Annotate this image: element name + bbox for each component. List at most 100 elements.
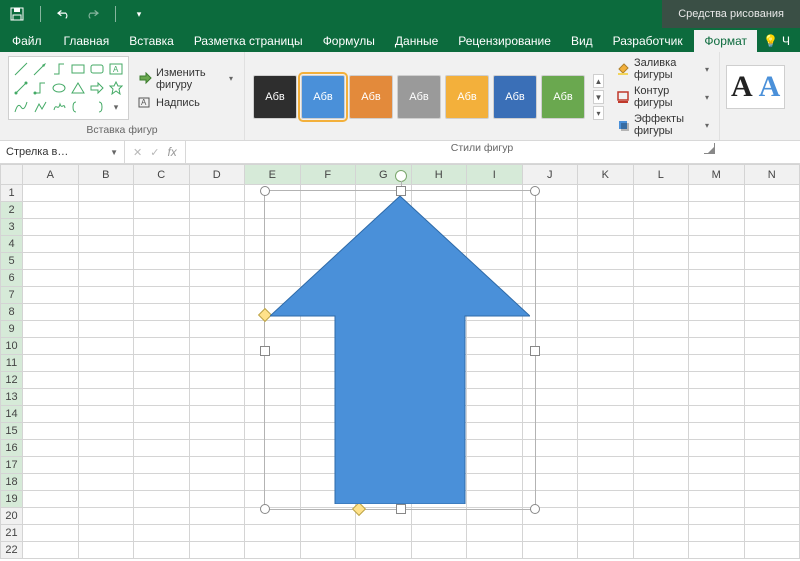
tab-view[interactable]: Вид: [561, 30, 603, 52]
dialog-launcher-icon[interactable]: [704, 143, 715, 154]
cell-B20[interactable]: [78, 508, 134, 525]
cell-M4[interactable]: [689, 236, 745, 253]
chevron-down-icon[interactable]: ▼: [110, 148, 118, 157]
cell-C20[interactable]: [134, 508, 190, 525]
cell-C4[interactable]: [134, 236, 190, 253]
cell-D16[interactable]: [189, 440, 245, 457]
cell-K20[interactable]: [578, 508, 634, 525]
cell-B19[interactable]: [78, 491, 134, 508]
cell-M9[interactable]: [689, 321, 745, 338]
cell-C3[interactable]: [134, 219, 190, 236]
column-header-K[interactable]: K: [578, 165, 634, 185]
row-header-5[interactable]: 5: [1, 253, 23, 270]
cell-L17[interactable]: [633, 457, 689, 474]
cell-D20[interactable]: [189, 508, 245, 525]
gallery-scroll-up-button[interactable]: ▲: [593, 74, 604, 88]
cell-K18[interactable]: [578, 474, 634, 491]
cell-D7[interactable]: [189, 287, 245, 304]
cell-N2[interactable]: [744, 202, 800, 219]
tab-insert[interactable]: Вставка: [119, 30, 184, 52]
shape-outline-button[interactable]: Контур фигуры ▾: [614, 84, 711, 110]
cell-B21[interactable]: [78, 525, 134, 542]
edit-shape-button[interactable]: Изменить фигуру ▾: [135, 66, 236, 92]
tab-page-layout[interactable]: Разметка страницы: [184, 30, 313, 52]
fx-icon[interactable]: fx: [167, 145, 176, 159]
cell-M19[interactable]: [689, 491, 745, 508]
cell-B2[interactable]: [78, 202, 134, 219]
cell-N17[interactable]: [744, 457, 800, 474]
cell-A12[interactable]: [23, 372, 79, 389]
cell-L16[interactable]: [633, 440, 689, 457]
resize-handle-mr[interactable]: [530, 346, 540, 356]
resize-handle-bm[interactable]: [396, 504, 406, 514]
cell-B13[interactable]: [78, 389, 134, 406]
cell-E22[interactable]: [245, 542, 301, 559]
cell-N15[interactable]: [744, 423, 800, 440]
cell-G22[interactable]: [356, 542, 412, 559]
cell-A16[interactable]: [23, 440, 79, 457]
cell-D3[interactable]: [189, 219, 245, 236]
shape-triangle-icon[interactable]: [70, 80, 86, 96]
shape-bracket-icon[interactable]: [89, 99, 105, 115]
cell-L1[interactable]: [633, 185, 689, 202]
shape-scribble-icon[interactable]: [51, 99, 67, 115]
cell-M2[interactable]: [689, 202, 745, 219]
shape-right-arrow-icon[interactable]: [89, 80, 105, 96]
cell-K22[interactable]: [578, 542, 634, 559]
cell-M17[interactable]: [689, 457, 745, 474]
cell-N21[interactable]: [744, 525, 800, 542]
row-header-19[interactable]: 19: [1, 491, 23, 508]
cell-N3[interactable]: [744, 219, 800, 236]
cell-D15[interactable]: [189, 423, 245, 440]
cell-K3[interactable]: [578, 219, 634, 236]
cell-B10[interactable]: [78, 338, 134, 355]
cell-C6[interactable]: [134, 270, 190, 287]
column-header-A[interactable]: A: [23, 165, 79, 185]
cell-L14[interactable]: [633, 406, 689, 423]
cell-B3[interactable]: [78, 219, 134, 236]
cell-D4[interactable]: [189, 236, 245, 253]
shape-freeform-icon[interactable]: [32, 99, 48, 115]
cell-A4[interactable]: [23, 236, 79, 253]
cell-C8[interactable]: [134, 304, 190, 321]
cell-A15[interactable]: [23, 423, 79, 440]
shape-selection[interactable]: [264, 190, 536, 510]
cell-E21[interactable]: [245, 525, 301, 542]
cell-N9[interactable]: [744, 321, 800, 338]
cell-C18[interactable]: [134, 474, 190, 491]
redo-icon[interactable]: [85, 7, 99, 21]
cell-A20[interactable]: [23, 508, 79, 525]
cell-K13[interactable]: [578, 389, 634, 406]
shape-style-swatch-1[interactable]: Абв: [301, 75, 345, 119]
cell-H20[interactable]: [411, 508, 467, 525]
cell-M10[interactable]: [689, 338, 745, 355]
cell-A7[interactable]: [23, 287, 79, 304]
cell-D1[interactable]: [189, 185, 245, 202]
cell-F20[interactable]: [300, 508, 356, 525]
cell-N1[interactable]: [744, 185, 800, 202]
shape-textbox-icon[interactable]: A: [108, 61, 124, 77]
cell-C9[interactable]: [134, 321, 190, 338]
shape-star-icon[interactable]: [108, 80, 124, 96]
cell-K10[interactable]: [578, 338, 634, 355]
cell-M7[interactable]: [689, 287, 745, 304]
row-header-12[interactable]: 12: [1, 372, 23, 389]
cell-A21[interactable]: [23, 525, 79, 542]
cell-L21[interactable]: [633, 525, 689, 542]
wordart-style-2[interactable]: A: [759, 70, 781, 104]
cell-L11[interactable]: [633, 355, 689, 372]
cell-M3[interactable]: [689, 219, 745, 236]
cell-H21[interactable]: [411, 525, 467, 542]
cell-C17[interactable]: [134, 457, 190, 474]
cell-K16[interactable]: [578, 440, 634, 457]
shape-line-icon[interactable]: [13, 61, 29, 77]
cell-C14[interactable]: [134, 406, 190, 423]
shape-elbow-icon[interactable]: [51, 61, 67, 77]
cell-A8[interactable]: [23, 304, 79, 321]
shape-oval-icon[interactable]: [51, 80, 67, 96]
cell-D8[interactable]: [189, 304, 245, 321]
cell-K5[interactable]: [578, 253, 634, 270]
cell-M15[interactable]: [689, 423, 745, 440]
cell-K8[interactable]: [578, 304, 634, 321]
row-header-3[interactable]: 3: [1, 219, 23, 236]
